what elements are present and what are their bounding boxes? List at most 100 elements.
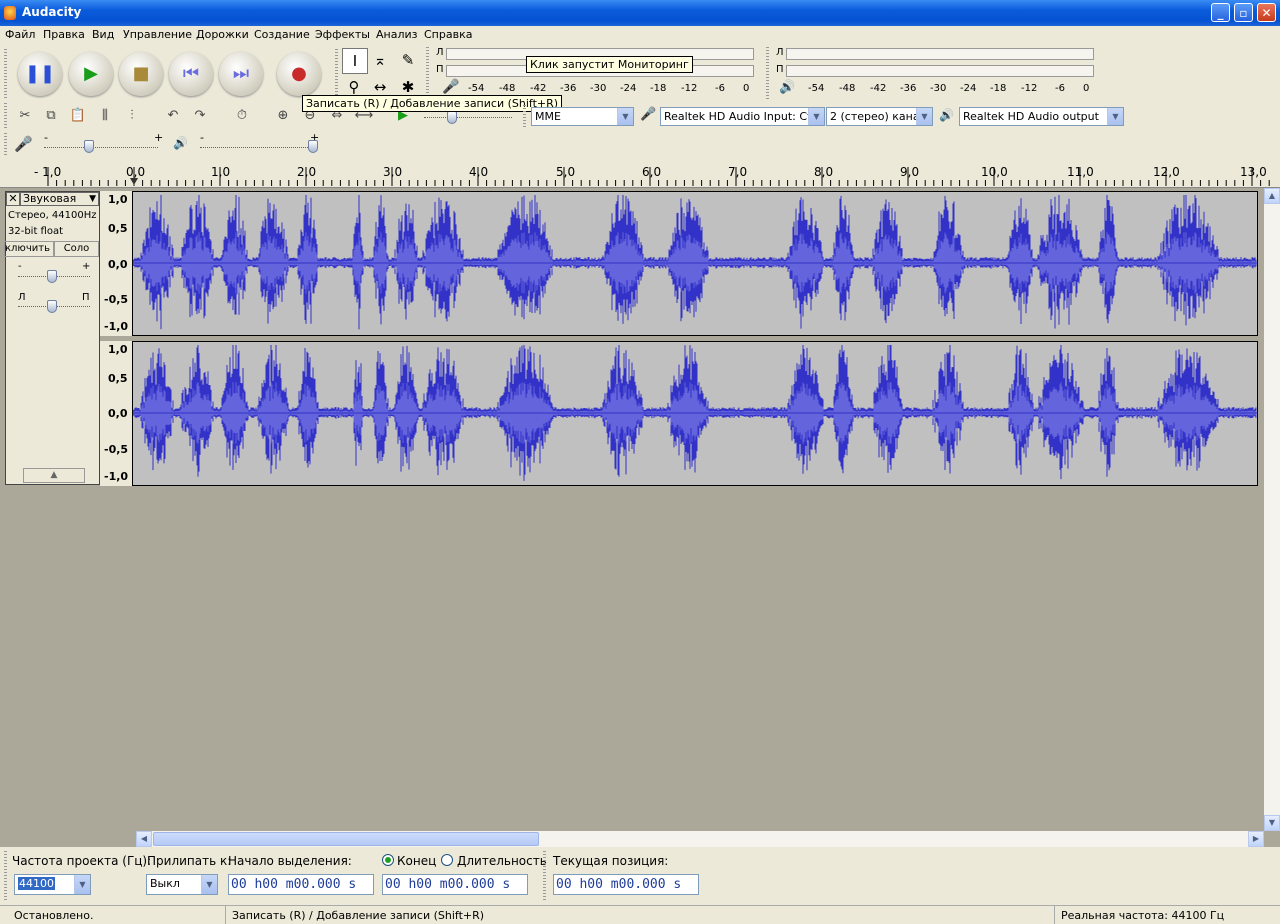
length-radio[interactable] xyxy=(441,854,453,866)
toolbar-grip[interactable] xyxy=(4,49,7,99)
menu-view[interactable]: Вид xyxy=(92,28,114,41)
ruler-label: 1,0 xyxy=(211,165,231,179)
output-volume-min: - xyxy=(200,131,204,144)
track-name-menu[interactable]: Звуковая ▼ xyxy=(20,192,99,206)
undo-icon[interactable]: ↶ xyxy=(162,105,184,127)
scale-tick: -12 xyxy=(1021,83,1038,94)
trim-icon[interactable]: ⫼ xyxy=(94,105,116,127)
copy-icon[interactable]: ⧉ xyxy=(40,105,62,127)
output-volume-track xyxy=(200,147,314,149)
toolbar-grip[interactable] xyxy=(766,47,769,99)
horizontal-scrollbar[interactable]: ◀ ▶ xyxy=(136,831,1264,847)
input-volume-slider[interactable] xyxy=(84,140,94,153)
sync-lock-icon[interactable]: ⏱ xyxy=(231,105,253,127)
menu-file[interactable]: Файл xyxy=(5,28,35,41)
ruler-label: 7,0 xyxy=(728,165,748,179)
horizontal-scroll-thumb[interactable] xyxy=(153,832,539,846)
skip-end-icon: ⏭ xyxy=(232,63,250,84)
gain-slider[interactable] xyxy=(47,270,57,283)
minimize-button[interactable]: _ xyxy=(1211,3,1230,22)
audio-position-time[interactable]: 00 h00 m00.000 s xyxy=(553,874,699,895)
toolbar-grip[interactable] xyxy=(4,103,7,129)
selection-start-time[interactable]: 00 h00 m00.000 s xyxy=(228,874,374,895)
solo-button[interactable]: Соло xyxy=(54,241,99,257)
record-button[interactable]: ● xyxy=(277,52,321,96)
channels-select[interactable]: 2 (стерео) канал ▼ xyxy=(826,107,933,126)
menu-generate[interactable]: Создание xyxy=(254,28,310,41)
toolbar-grip[interactable] xyxy=(543,851,546,901)
menu-tracks[interactable]: Дорожки xyxy=(196,28,249,41)
play-speed-slider[interactable] xyxy=(447,111,457,124)
ruler-label: 13,0 xyxy=(1240,165,1267,179)
amplitude-tick: 0,0 xyxy=(108,407,128,420)
menu-transport[interactable]: Управление xyxy=(123,28,192,41)
envelope-tool[interactable]: ⌅ xyxy=(368,48,392,72)
draw-tool[interactable]: ✎ xyxy=(396,48,420,72)
skip-start-button[interactable]: ⏮ xyxy=(169,52,213,96)
selection-tool[interactable]: I xyxy=(342,48,368,74)
close-track-icon[interactable]: ✕ xyxy=(6,192,20,206)
vertical-scrollbar[interactable]: ▲ ▼ xyxy=(1264,188,1280,831)
input-device-value: Realtek HD Audio Input: Стер xyxy=(664,110,825,123)
host-select[interactable]: MME ▼ xyxy=(531,107,634,126)
selection-start-value: 00 h00 m00.000 s xyxy=(231,877,357,892)
skip-end-button[interactable]: ⏭ xyxy=(219,52,263,96)
meter-left-label: Л xyxy=(776,47,784,58)
scale-tick: -36 xyxy=(560,83,577,94)
channels-value: 2 (стерео) канал xyxy=(830,110,927,123)
collapse-track-button[interactable]: ▲ xyxy=(23,468,85,483)
scroll-down-icon[interactable]: ▼ xyxy=(1264,815,1280,831)
solo-label: Соло xyxy=(63,243,90,254)
timeline-ruler[interactable]: - 1,0 0,0 1,0 2,0 3,0 4,0 5,0 6,0 7,0 8,… xyxy=(0,159,1280,188)
toolbar-grip[interactable] xyxy=(335,49,338,99)
scroll-right-icon[interactable]: ▶ xyxy=(1248,831,1264,847)
scale-tick: -6 xyxy=(715,83,725,94)
snap-select[interactable]: Выкл ▼ xyxy=(146,874,218,895)
audio-position-value: 00 h00 m00.000 s xyxy=(556,877,682,892)
stop-button[interactable]: ■ xyxy=(119,52,163,96)
playback-meter-left[interactable] xyxy=(786,48,1094,60)
redo-icon[interactable]: ↷ xyxy=(189,105,211,127)
play-speed-track xyxy=(424,117,512,119)
playback-meter-right[interactable] xyxy=(786,65,1094,77)
ruler-label: 9,0 xyxy=(900,165,920,179)
play-head-marker xyxy=(130,178,138,185)
toolbar-grip[interactable] xyxy=(4,851,7,901)
waveform-right-channel[interactable] xyxy=(132,341,1258,486)
toolbar-grip[interactable] xyxy=(426,47,429,99)
end-radio[interactable] xyxy=(382,854,394,866)
playback-meter-scale: -54 -48 -42 -36 -30 -24 -18 -12 -6 0 xyxy=(802,83,1098,97)
menu-help[interactable]: Справка xyxy=(424,28,472,41)
project-rate-select[interactable]: 44100 ▼ xyxy=(14,874,91,895)
status-bar: Остановлено. Записать (R) / Добавление з… xyxy=(0,905,1280,924)
scale-tick: -18 xyxy=(990,83,1007,94)
play-button[interactable]: ▶ xyxy=(69,52,113,96)
waveform-left-channel[interactable] xyxy=(132,191,1258,336)
pan-slider[interactable] xyxy=(47,300,57,313)
menu-analyze[interactable]: Анализ xyxy=(376,28,418,41)
mute-button[interactable]: ключить зву xyxy=(4,241,54,257)
scale-tick: 0 xyxy=(743,83,750,94)
close-button[interactable]: ✕ xyxy=(1257,3,1276,22)
menu-effects[interactable]: Эффекты xyxy=(315,28,370,41)
amplitude-tick: -0,5 xyxy=(104,293,129,306)
output-volume-slider[interactable] xyxy=(308,140,318,153)
maximize-button[interactable]: ▫ xyxy=(1234,3,1253,22)
toolbar-grip[interactable] xyxy=(4,133,7,157)
scroll-left-icon[interactable]: ◀ xyxy=(136,831,152,847)
pause-button[interactable]: ❚❚ xyxy=(18,52,62,96)
selection-end-time[interactable]: 00 h00 m00.000 s xyxy=(382,874,528,895)
paste-icon[interactable]: 📋 xyxy=(67,105,89,127)
toolbar-grip[interactable] xyxy=(523,105,526,129)
zoom-in-icon[interactable]: ⊕ xyxy=(272,105,294,127)
silence-icon[interactable]: ⫶ xyxy=(121,105,143,127)
menu-edit[interactable]: Правка xyxy=(43,28,85,41)
input-device-select[interactable]: Realtek HD Audio Input: Стер ▼ xyxy=(660,107,825,126)
scroll-up-icon[interactable]: ▲ xyxy=(1264,188,1280,204)
microphone-icon: 🎤 xyxy=(640,107,657,122)
output-device-select[interactable]: Realtek HD Audio output ▼ xyxy=(959,107,1124,126)
cut-icon[interactable]: ✂ xyxy=(14,105,36,127)
status-divider xyxy=(225,906,226,924)
scale-tick: -6 xyxy=(1055,83,1065,94)
waveform-svg xyxy=(133,195,1257,330)
